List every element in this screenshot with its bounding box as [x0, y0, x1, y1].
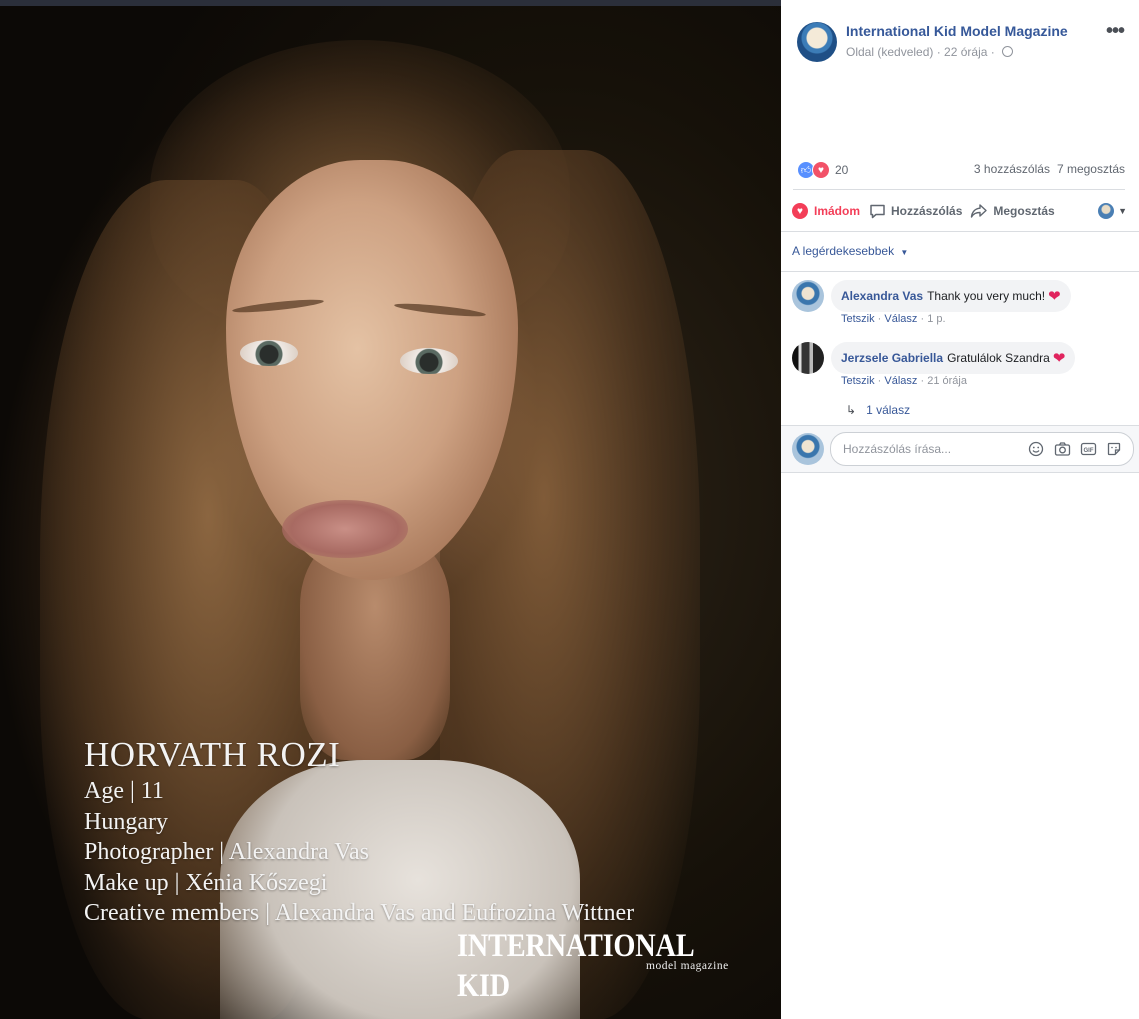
photo-caption: HORVATH ROZI Age | 11 Hungary Photograph…	[84, 734, 634, 929]
love-reaction-icon: ♥	[812, 161, 830, 179]
post-meta-text: Oldal (kedveled) · 22 órája ·	[846, 45, 995, 59]
divider	[781, 271, 1139, 272]
photo-lips	[282, 500, 408, 558]
photo-eye-left	[240, 340, 298, 366]
avatar	[792, 433, 824, 465]
comment-time[interactable]: 21 órája	[927, 375, 967, 387]
post-photo[interactable]: HORVATH ROZI Age | 11 Hungary Photograph…	[0, 0, 781, 1019]
heart-icon: ♥	[791, 202, 809, 220]
share-button-label: Megosztás	[993, 204, 1055, 218]
caption-country: Hungary	[84, 808, 168, 835]
comment-reply-link[interactable]: Válasz	[884, 313, 917, 325]
reaction-count: 20	[835, 163, 849, 177]
chevron-down-icon: ▼	[1118, 206, 1127, 216]
comment-bubble: Alexandra Vas Thank you very much! ❤	[831, 280, 1071, 312]
share-arrow-icon	[970, 202, 988, 220]
globe-icon	[1002, 46, 1014, 57]
comment-like-link[interactable]: Tetszik	[841, 375, 875, 387]
caption-photographer: Photographer | Alexandra Vas	[84, 839, 369, 865]
comment-author-link[interactable]: Alexandra Vas	[841, 289, 923, 303]
caption-age: Age | 11	[84, 778, 164, 804]
comment-sort-dropdown[interactable]: A legérdekesebbek ▼	[792, 244, 908, 258]
post-side-panel: International Kid Model Magazine Oldal (…	[781, 0, 1139, 1019]
share-button[interactable]: Megosztás	[970, 202, 1055, 220]
avatar[interactable]	[792, 342, 824, 374]
gif-icon[interactable]: GIF	[1079, 440, 1097, 458]
comment-text: Thank you very much!	[927, 289, 1046, 303]
post-actions-bar: ♥ Imádom Hozzászólás Megosztás ▼	[791, 199, 1129, 223]
comment-time[interactable]: 1 p.	[927, 313, 945, 325]
reply-arrow-icon: ↳	[846, 403, 857, 417]
composer-tools: GIF	[1027, 440, 1123, 458]
engagement-counts: 3 hozzászólás 7 megosztás	[974, 162, 1125, 176]
comment-actions: Tetszik · Válasz · 21 órája	[841, 375, 967, 387]
svg-text:GIF: GIF	[1083, 448, 1093, 454]
reactions-summary[interactable]: 👍︎ ♥ 20	[797, 161, 848, 179]
comment-sort-label: A legérdekesebbek	[792, 244, 895, 258]
comment-bubble: Jerzsele Gabriella Gratulálok Szandra ❤	[831, 342, 1076, 374]
avatar[interactable]	[792, 280, 824, 312]
caption-makeup: Make up | Xénia Kőszegi	[84, 869, 328, 896]
view-replies-link[interactable]: ↳ 1 válasz	[846, 403, 910, 417]
sticker-icon[interactable]	[1105, 440, 1123, 458]
page-avatar[interactable]	[797, 22, 837, 62]
love-button[interactable]: ♥ Imádom	[791, 202, 860, 220]
comment-text: Gratulálok Szandra	[947, 351, 1050, 365]
comment-button-label: Hozzászólás	[891, 204, 963, 218]
top-strip	[0, 0, 781, 6]
comment-bubble-icon	[868, 202, 886, 220]
comment-input[interactable]: Hozzászólás írása... GIF	[830, 432, 1134, 466]
comment-author-link[interactable]: Jerzsele Gabriella	[841, 351, 943, 365]
model-name: HORVATH ROZI	[84, 735, 341, 774]
comment-like-link[interactable]: Tetszik	[841, 313, 875, 325]
comment-actions: Tetszik · Válasz · 1 p.	[841, 313, 946, 325]
heart-emoji-icon: ❤	[1048, 288, 1061, 305]
camera-icon[interactable]	[1053, 440, 1071, 458]
magazine-logo-sub: model magazine	[646, 960, 729, 972]
photo-eye-right	[400, 348, 458, 374]
view-replies-label: 1 válasz	[866, 403, 911, 417]
comments-count-link[interactable]: 3 hozzászólás	[974, 162, 1050, 176]
page-avatar-small	[1098, 203, 1115, 219]
chevron-down-icon: ▼	[900, 248, 909, 257]
caption-creative: Creative members | Alexandra Vas and Euf…	[84, 900, 635, 926]
comment-input-placeholder: Hozzászólás írása...	[843, 442, 952, 456]
emoji-icon[interactable]	[1027, 440, 1045, 458]
comment-composer: Hozzászólás írása... GIF	[781, 425, 1139, 473]
divider	[781, 231, 1139, 232]
more-options-button[interactable]: •••	[1106, 20, 1125, 43]
page-name-link[interactable]: International Kid Model Magazine	[846, 23, 1068, 39]
comment-button[interactable]: Hozzászólás	[868, 202, 962, 220]
shares-count-link[interactable]: 7 megosztás	[1057, 162, 1125, 176]
heart-emoji-icon: ❤	[1052, 350, 1066, 367]
comment-reply-link[interactable]: Válasz	[884, 375, 917, 387]
love-button-label: Imádom	[814, 204, 861, 218]
divider	[793, 189, 1125, 190]
comment-as-selector[interactable]: ▼	[1098, 203, 1127, 219]
post-meta: Oldal (kedveled) · 22 órája ·	[846, 45, 1014, 59]
